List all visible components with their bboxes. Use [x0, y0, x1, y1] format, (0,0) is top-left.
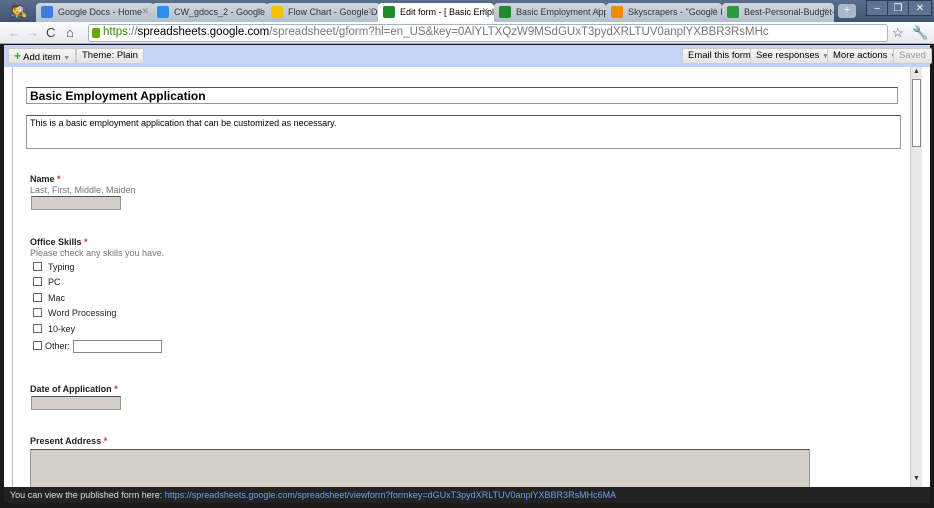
- theme-button[interactable]: Theme: Plain: [76, 48, 144, 64]
- tab-basic-employment[interactable]: Basic Employment Applic✕: [494, 3, 606, 22]
- home-icon[interactable]: ⌂: [66, 25, 74, 40]
- tab-strip: 🕵 Google Docs - Home ✕ CW_gdocs_2 - Googl…: [0, 0, 934, 23]
- question-date-label[interactable]: Date of Application *: [30, 384, 118, 394]
- question-skills-help: Please check any skills you have.: [30, 248, 165, 258]
- tab-edit-form[interactable]: Edit form - [ Basic Employ ✕: [378, 3, 494, 23]
- scrollbar[interactable]: ▲ ▼: [910, 67, 922, 487]
- form-description-input[interactable]: This is a basic employment application t…: [26, 115, 901, 149]
- plus-icon: +: [14, 49, 22, 63]
- tab-flow-chart[interactable]: Flow Chart - Google Doc ✕: [266, 3, 380, 22]
- reload-icon[interactable]: C: [46, 25, 55, 40]
- close-tab-icon[interactable]: ✕: [709, 6, 717, 17]
- close-tab-icon[interactable]: ✕: [255, 6, 263, 17]
- question-skills-label[interactable]: Office Skills *: [30, 237, 88, 247]
- address-input: [30, 449, 810, 487]
- close-tab-icon[interactable]: ✕: [367, 6, 375, 17]
- restore-button[interactable]: ❐: [887, 0, 909, 16]
- close-window-button[interactable]: ✕: [908, 0, 932, 16]
- skill-option-word-processing[interactable]: Word Processing: [33, 308, 116, 318]
- published-form-link[interactable]: https://spreadsheets.google.com/spreadsh…: [165, 490, 616, 500]
- wrench-icon[interactable]: 🔧: [912, 25, 928, 41]
- checkbox[interactable]: [33, 293, 42, 302]
- skill-option-10-key[interactable]: 10-key: [33, 324, 75, 334]
- address-bar-row: ← → C ⌂ https://spreadsheets.google.com/…: [0, 22, 934, 44]
- divider: [12, 67, 13, 487]
- url-input[interactable]: https://spreadsheets.google.com/spreadsh…: [88, 24, 888, 42]
- scrollbar-thumb[interactable]: [912, 79, 921, 147]
- other-input[interactable]: [73, 340, 163, 353]
- checkbox[interactable]: [33, 262, 42, 271]
- scroll-up-icon[interactable]: ▲: [912, 68, 921, 78]
- star-icon[interactable]: ☆: [892, 25, 904, 41]
- skill-option-pc[interactable]: PC: [33, 277, 61, 287]
- close-tab-icon[interactable]: ✕: [481, 6, 489, 17]
- drawing-icon: [271, 6, 283, 18]
- scroll-down-icon[interactable]: ▼: [912, 475, 921, 485]
- tab-google-docs-home[interactable]: Google Docs - Home ✕: [36, 3, 154, 22]
- close-tab-icon[interactable]: ✕: [141, 6, 149, 17]
- saved-button: Saved: [893, 48, 932, 64]
- form-editor: Basic Employment Application This is a b…: [4, 67, 930, 487]
- back-icon[interactable]: ←: [8, 25, 21, 40]
- name-input: [31, 196, 121, 210]
- docs-icon: [41, 6, 53, 18]
- more-actions-button[interactable]: More actions ▼: [827, 48, 903, 64]
- skill-option-other[interactable]: Other:: [33, 340, 163, 353]
- see-responses-button[interactable]: See responses ▼: [750, 48, 835, 64]
- close-tab-icon[interactable]: ✕: [821, 6, 829, 17]
- question-address-label[interactable]: Present Address *: [30, 436, 107, 446]
- tab-budget[interactable]: Best-Personal-Budget-Pl ✕: [722, 3, 834, 22]
- folder-icon: [157, 6, 169, 18]
- forward-icon[interactable]: →: [26, 25, 39, 40]
- checkbox[interactable]: [33, 340, 42, 350]
- published-form-bar: You can view the published form here: ht…: [4, 487, 930, 503]
- question-name-help: Last, First, Middle, Maiden: [30, 185, 136, 195]
- chevron-down-icon: ▼: [63, 55, 71, 62]
- form-icon: [383, 6, 395, 18]
- presentation-icon: [611, 6, 623, 18]
- checkbox[interactable]: [33, 308, 42, 317]
- checkbox[interactable]: [33, 277, 42, 286]
- question-name-label[interactable]: Name *: [30, 174, 61, 184]
- spreadsheet-icon: [727, 6, 739, 18]
- form-toolbar: + Add item ▼ Theme: Plain Email this for…: [4, 45, 932, 67]
- new-tab-button[interactable]: +: [838, 4, 856, 18]
- add-item-button[interactable]: + Add item ▼: [8, 48, 77, 64]
- incognito-icon: 🕵: [10, 2, 28, 18]
- tab-skyscrapers[interactable]: Skyscrapers - "Google Dc ✕: [606, 3, 722, 22]
- checkbox[interactable]: [33, 324, 42, 333]
- tab-cw-gdocs[interactable]: CW_gdocs_2 - Google Dc✕: [152, 3, 268, 22]
- form-icon: [499, 6, 511, 18]
- close-tab-icon[interactable]: ✕: [593, 6, 601, 17]
- skill-option-mac[interactable]: Mac: [33, 293, 65, 303]
- lock-icon: [92, 28, 100, 38]
- minimize-button[interactable]: –: [866, 0, 888, 16]
- form-title-input[interactable]: Basic Employment Application: [26, 87, 898, 104]
- email-form-button[interactable]: Email this form: [682, 48, 757, 64]
- date-input: [31, 396, 121, 410]
- skill-option-typing[interactable]: Typing: [33, 262, 75, 272]
